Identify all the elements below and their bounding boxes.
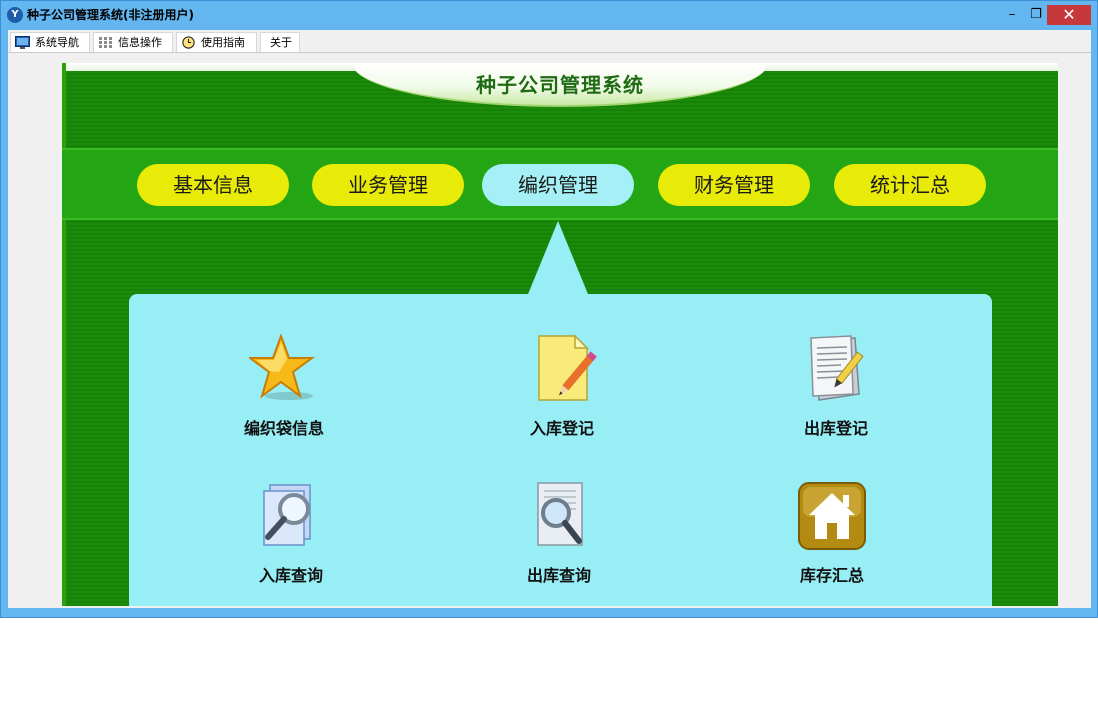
tab-label: 关于: [270, 36, 292, 49]
client-area: 系统导航 信息操作 使用指南 关于 种子公司管理系统 基本信息 业务管理 编织管…: [8, 30, 1091, 608]
tab-about[interactable]: 关于: [260, 32, 300, 52]
page-title: 种子公司管理系统: [476, 73, 644, 97]
magnifier-document-icon: [537, 482, 583, 546]
restore-button[interactable]: ❐: [1025, 5, 1047, 25]
document-pen-icon: [810, 335, 864, 401]
board-left-edge: [62, 63, 66, 606]
monitor-icon: [15, 36, 30, 49]
clock-icon: [182, 36, 195, 49]
tab-bar: 系统导航 信息操作 使用指南 关于: [8, 30, 1091, 53]
star-icon: [249, 334, 316, 400]
submenu-label: 库存汇总: [799, 566, 864, 585]
menu-statistics-summary[interactable]: 统计汇总: [834, 164, 986, 206]
menu-business-management[interactable]: 业务管理: [312, 164, 464, 206]
app-window: Y 种子公司管理系统(非注册用户) – ❐ ✕ 系统导航 信息操作 使用指南 关…: [0, 0, 1098, 618]
submenu-label: 出库登记: [803, 419, 868, 438]
module-menu-bar: 基本信息 业务管理 编织管理 财务管理 统计汇总: [62, 148, 1058, 220]
menu-weaving-management[interactable]: 编织管理: [482, 164, 634, 206]
tab-info-operation[interactable]: 信息操作: [93, 32, 173, 52]
tab-user-guide[interactable]: 使用指南: [176, 32, 257, 52]
app-logo-icon: Y: [7, 7, 23, 23]
active-menu-pointer: [526, 221, 590, 299]
menu-finance-management[interactable]: 财务管理: [658, 164, 810, 206]
tab-divider: [8, 52, 1091, 53]
title-bar[interactable]: Y 种子公司管理系统(非注册用户) – ❐ ✕: [1, 1, 1097, 29]
tab-system-navigation[interactable]: 系统导航: [10, 32, 90, 52]
submenu-label: 编织袋信息: [243, 419, 324, 438]
home-icon: [798, 482, 866, 550]
tab-label: 系统导航: [35, 36, 79, 49]
note-pencil-icon: [538, 334, 597, 401]
submenu-panel: 编织袋信息 入库登记 出库登记 入库查询 出库查询 库存汇总: [129, 294, 992, 606]
tab-label: 使用指南: [201, 36, 245, 49]
submenu-label: 出库查询: [526, 566, 591, 585]
submenu-label: 入库查询: [258, 566, 323, 585]
minimize-button[interactable]: –: [1001, 5, 1023, 25]
tab-label: 信息操作: [118, 36, 162, 49]
grid-icon: [99, 37, 112, 48]
navigation-board: 种子公司管理系统 基本信息 业务管理 编织管理 财务管理 统计汇总 编织袋信息: [62, 63, 1058, 606]
submenu-label: 入库登记: [529, 419, 594, 438]
magnifier-files-icon: [263, 484, 311, 546]
close-button[interactable]: ✕: [1047, 5, 1091, 25]
window-title: 种子公司管理系统(非注册用户): [27, 8, 194, 22]
menu-basic-info[interactable]: 基本信息: [137, 164, 289, 206]
